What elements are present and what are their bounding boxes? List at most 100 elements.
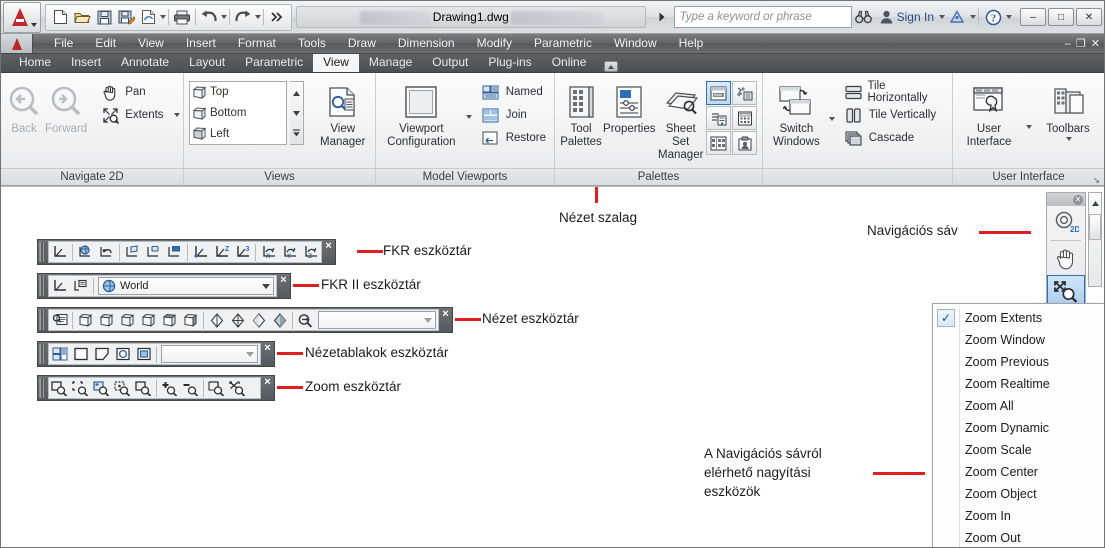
design-center-icon[interactable]	[706, 131, 731, 155]
shade-3d-wireframe-icon[interactable]	[227, 310, 248, 330]
close-icon[interactable]: ✕	[1073, 194, 1083, 205]
zoom-in-icon[interactable]	[159, 378, 180, 398]
views-list[interactable]: Top Bottom Left	[189, 81, 287, 145]
switch-windows-button[interactable]: Switch Windows	[768, 79, 825, 149]
doc-close-button[interactable]: ✕	[1091, 37, 1100, 50]
autodesk-360-icon[interactable]	[945, 6, 969, 29]
ucs-face-icon[interactable]	[122, 242, 143, 262]
ucs-icon[interactable]	[49, 242, 70, 262]
tab-insert[interactable]: Insert	[61, 53, 111, 72]
undo-button[interactable]	[198, 6, 220, 28]
scrollbar-thumb[interactable]	[1089, 214, 1101, 240]
scroll-down-icon[interactable]	[290, 104, 303, 122]
open-file-button[interactable]	[71, 6, 93, 28]
properties-button[interactable]: Properties	[603, 79, 655, 136]
menu-item-view[interactable]: View	[127, 34, 175, 53]
help-dropdown-icon[interactable]	[1006, 15, 1012, 19]
ucs-toolbar[interactable]: Z 3 X Y Z ×	[37, 239, 336, 265]
zoom-dynamic-icon[interactable]	[70, 378, 91, 398]
user-interface-dropdown-icon[interactable]	[1026, 125, 1032, 129]
scroll-up-icon[interactable]	[290, 84, 303, 102]
close-button[interactable]: ✕	[1076, 8, 1102, 26]
toolbars-dropdown-icon[interactable]	[1065, 137, 1072, 141]
help-question-icon[interactable]: ?	[981, 6, 1005, 29]
tab-output[interactable]: Output	[422, 53, 478, 72]
toolbar-grip[interactable]	[39, 276, 46, 296]
view-bottom-icon[interactable]	[180, 310, 201, 330]
scroll-list-icon[interactable]	[290, 124, 303, 142]
toolbars-button[interactable]: Toolbars	[1040, 79, 1096, 141]
maximize-button[interactable]: □	[1048, 8, 1074, 26]
plot-preview-button[interactable]	[137, 6, 159, 28]
new-file-button[interactable]	[49, 6, 71, 28]
menu-item-help[interactable]: Help	[668, 34, 715, 53]
ucs-y-rotate-icon[interactable]: Y	[279, 242, 300, 262]
calculator-icon[interactable]	[732, 106, 757, 130]
search-input[interactable]: Type a keyword or phrase	[673, 6, 852, 28]
user-interface-button[interactable]: User Interface	[961, 79, 1017, 149]
markup-set-manager-icon[interactable]	[732, 131, 757, 155]
qat-overflow-button[interactable]	[266, 6, 288, 28]
shade-conceptual-icon[interactable]	[269, 310, 290, 330]
sign-in-button[interactable]: Sign In	[876, 10, 938, 24]
tile-vertically-button[interactable]: Tile Vertically	[840, 104, 947, 126]
view-manager-button[interactable]: View Manager	[315, 79, 370, 149]
canvas-scrollbar[interactable]	[1088, 192, 1102, 287]
toolbar-grip[interactable]	[39, 310, 46, 330]
toolbar-close-icon[interactable]: ×	[278, 275, 289, 286]
chevron-down-icon[interactable]	[424, 317, 432, 323]
view-nw-iso-icon[interactable]	[138, 310, 159, 330]
toolbar-close-icon[interactable]: ×	[262, 343, 273, 354]
redo-button[interactable]	[232, 6, 254, 28]
zoom-window-icon[interactable]	[49, 378, 70, 398]
ucs-3point-icon[interactable]: 3	[232, 242, 253, 262]
zoom-center-icon[interactable]	[112, 378, 133, 398]
tab-annotate[interactable]: Annotate	[111, 53, 179, 72]
view-sw-iso-icon[interactable]	[75, 310, 96, 330]
ucs-z-axis-vector-icon[interactable]: Z	[211, 242, 232, 262]
viewport-configuration-button[interactable]: Viewport Configuration	[381, 79, 462, 149]
title-overflow-arrow[interactable]	[650, 6, 674, 29]
view-ne-iso-icon[interactable]	[117, 310, 138, 330]
view-toolbar-combo[interactable]	[318, 311, 436, 329]
zoom-scale-icon[interactable]	[91, 378, 112, 398]
tool-palettes-button[interactable]: Tool Palettes	[560, 79, 602, 149]
switch-windows-dropdown-icon[interactable]	[828, 117, 835, 121]
steering-wheel-2d-icon[interactable]: 2D	[1047, 206, 1085, 240]
ucs-named-combo[interactable]: World	[98, 277, 274, 295]
ribbon-display-options[interactable]	[596, 61, 636, 72]
toolbar-grip[interactable]	[39, 242, 46, 262]
ribbon-minimize-dropdown-icon[interactable]	[622, 64, 629, 69]
ucs-z-rotate-icon[interactable]: Z	[300, 242, 321, 262]
views-list-item-left[interactable]: Left	[190, 123, 286, 144]
tab-layout[interactable]: Layout	[179, 53, 235, 72]
zoom-back-button[interactable]: Back	[6, 79, 42, 136]
ucs-ii-toolbar[interactable]: World ×	[37, 273, 291, 299]
shade-2d-wireframe-icon[interactable]	[206, 310, 227, 330]
tab-plug-ins[interactable]: Plug-ins	[478, 53, 541, 72]
menu-item-modify[interactable]: Modify	[466, 34, 523, 53]
ucs-object-icon[interactable]	[143, 242, 164, 262]
doc-restore-button[interactable]: ❐	[1076, 37, 1086, 50]
viewports-toolbar[interactable]: ×	[37, 341, 275, 367]
zoom-toolbar[interactable]: ×	[37, 375, 275, 401]
save-file-button[interactable]	[93, 6, 115, 28]
view-top-icon[interactable]	[159, 310, 180, 330]
shade-hidden-icon[interactable]	[248, 310, 269, 330]
ucs-previous-icon[interactable]	[96, 242, 117, 262]
ucs-icon[interactable]	[49, 276, 70, 296]
viewport-configuration-dropdown-icon[interactable]	[465, 115, 472, 119]
view-toolbar[interactable]: ×	[37, 307, 453, 333]
zoom-extents-dropdown-icon[interactable]	[173, 113, 180, 117]
named-viewports-button[interactable]: Named	[477, 81, 549, 103]
toolbar-close-icon[interactable]: ×	[262, 377, 273, 388]
view-se-iso-icon[interactable]	[96, 310, 117, 330]
tab-manage[interactable]: Manage	[359, 53, 422, 72]
named-views-icon[interactable]	[49, 310, 70, 330]
redo-dropdown-icon[interactable]	[255, 15, 261, 19]
binoculars-icon[interactable]	[852, 6, 876, 29]
menu-item-window[interactable]: Window	[603, 34, 668, 53]
cascade-button[interactable]: Cascade	[840, 127, 947, 149]
zoom-out-icon[interactable]	[180, 378, 201, 398]
ucs-world-icon[interactable]	[75, 242, 96, 262]
